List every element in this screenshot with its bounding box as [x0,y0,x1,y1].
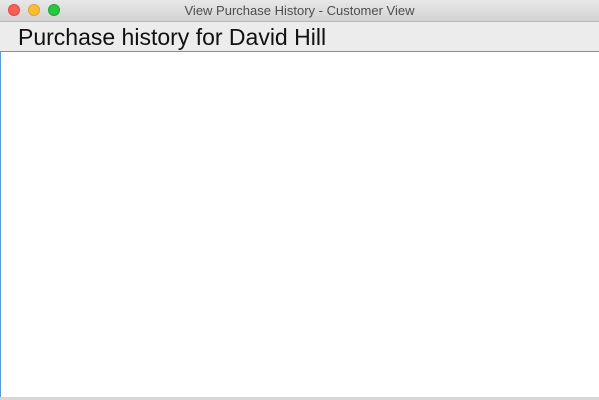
header-panel: Purchase history for David Hill [0,22,599,51]
app-window: View Purchase History - Customer View Pu… [0,0,599,400]
page-title: Purchase history for David Hill [18,24,327,50]
window-title: View Purchase History - Customer View [184,3,415,18]
purchase-history-panel[interactable] [0,51,599,398]
window-titlebar[interactable]: View Purchase History - Customer View [0,0,599,22]
